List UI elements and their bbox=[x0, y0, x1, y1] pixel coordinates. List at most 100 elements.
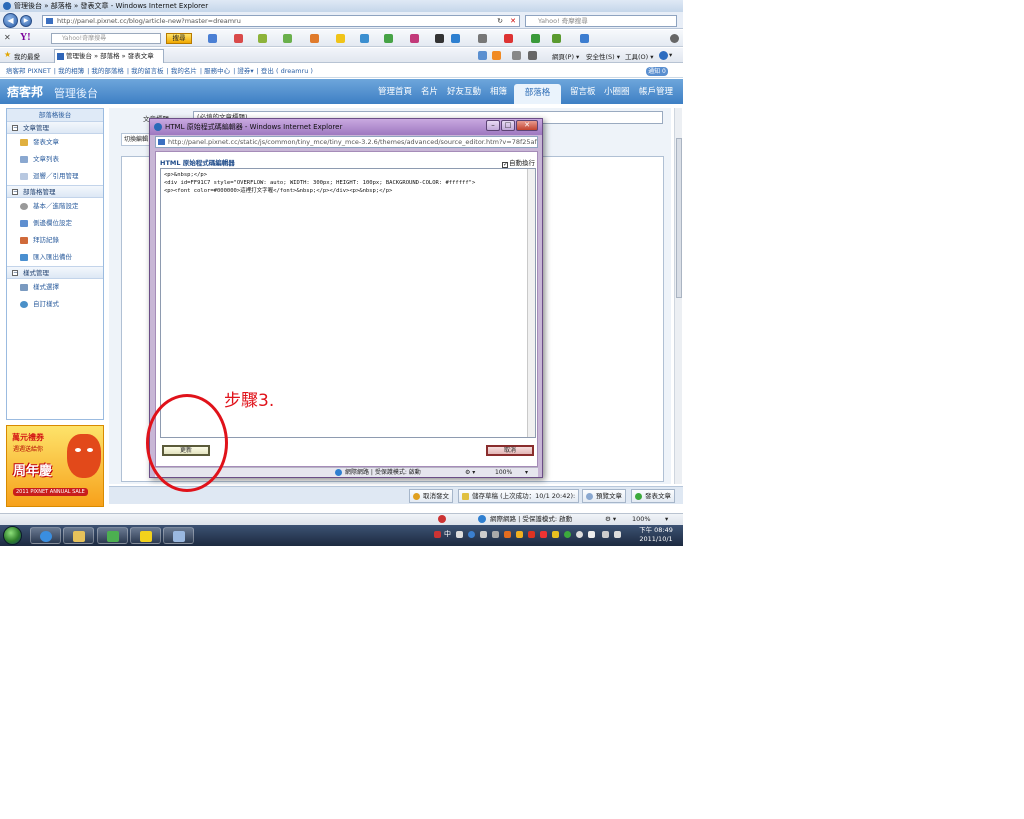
ie-zoom-level[interactable]: 100% bbox=[632, 514, 651, 525]
tray-icon[interactable] bbox=[492, 531, 499, 538]
tray-icon[interactable] bbox=[516, 531, 523, 538]
calendar-icon[interactable] bbox=[234, 34, 243, 43]
page-menu[interactable]: 網頁(P) ▾ bbox=[552, 51, 579, 61]
tray-icon[interactable] bbox=[528, 531, 535, 538]
close-button[interactable]: ✕ bbox=[516, 120, 538, 131]
site-link-album[interactable]: 我的相簿 bbox=[58, 67, 84, 75]
read-mail-icon[interactable] bbox=[512, 51, 521, 60]
help-icon[interactable] bbox=[468, 531, 475, 538]
switch-editor-tab[interactable]: 切換編輯 bbox=[121, 133, 151, 146]
shopping-icon[interactable] bbox=[310, 34, 319, 43]
tray-icon[interactable] bbox=[540, 531, 547, 538]
taskbar-app[interactable] bbox=[130, 527, 161, 544]
page-scrollbar[interactable] bbox=[674, 108, 682, 484]
notice-badge[interactable]: 通知 0 bbox=[646, 67, 668, 76]
promo-banner[interactable]: 萬元禮券 週週送給你 周年慶 2011 PIXNET ANNUAL SALE bbox=[6, 425, 104, 507]
feeds-icon[interactable] bbox=[492, 51, 501, 60]
pixnet-logo[interactable]: 痞客邦 bbox=[7, 83, 43, 100]
tray-icon[interactable] bbox=[564, 531, 571, 538]
sidebar-item-backup[interactable]: 匯入匯出備份 bbox=[7, 249, 103, 266]
minimize-button[interactable]: – bbox=[486, 120, 500, 131]
nav-account[interactable]: 帳戶管理 bbox=[639, 85, 673, 97]
zoom-dropdown-icon[interactable]: ▾ bbox=[665, 514, 668, 525]
html-source-textarea[interactable]: <p>&nbsp;</p> <div id=FF91C7 style="OVERF… bbox=[160, 168, 536, 438]
sidebar-item-comments[interactable]: 迴響／引用管理 bbox=[7, 168, 103, 185]
new-mail-badge-icon[interactable] bbox=[504, 34, 513, 43]
home-icon[interactable] bbox=[478, 51, 487, 60]
finance-icon[interactable] bbox=[384, 34, 393, 43]
weather-icon[interactable] bbox=[451, 34, 460, 43]
cancel-button[interactable]: 取消 bbox=[486, 445, 534, 456]
sidebar-item-visits[interactable]: 拜訪紀錄 bbox=[7, 232, 103, 249]
refresh-icon[interactable]: ↻ bbox=[495, 15, 505, 27]
publish-button[interactable]: 發表文章 bbox=[631, 489, 675, 503]
answers-icon[interactable] bbox=[360, 34, 369, 43]
preview-button[interactable]: 預覽文章 bbox=[582, 489, 626, 503]
toolbar-search-input[interactable]: Yahoo!奇摩搜尋 bbox=[51, 33, 161, 44]
auction-icon[interactable] bbox=[336, 34, 345, 43]
save-draft-button[interactable]: 儲存草稿 (上次成功：10/1 20:42): bbox=[458, 489, 580, 503]
ie-logo-icon[interactable] bbox=[580, 34, 589, 43]
zoom-dropdown-icon[interactable]: ▾ bbox=[525, 468, 528, 477]
news-icon[interactable] bbox=[258, 34, 267, 43]
help-menu[interactable]: ▾ bbox=[669, 51, 672, 59]
tray-icon[interactable] bbox=[576, 531, 583, 538]
site-link-pixnet[interactable]: 痞客邦 PIXNET bbox=[6, 67, 51, 75]
site-link-blog[interactable]: 我的部落格 bbox=[91, 67, 124, 75]
games-icon[interactable] bbox=[283, 34, 292, 43]
tools-menu[interactable]: 工具(O) ▾ bbox=[625, 51, 654, 61]
toolbar-search-button[interactable]: 搜尋 bbox=[166, 33, 192, 44]
ie-search-field[interactable]: Yahoo! 奇摩搜尋 bbox=[525, 15, 677, 27]
collapse-icon[interactable]: − bbox=[12, 189, 18, 195]
settings-gear-icon[interactable] bbox=[670, 34, 679, 43]
sidebar-section-articles[interactable]: − 文章管理 bbox=[7, 121, 103, 134]
sidebar-item-article-list[interactable]: 文章列表 bbox=[7, 151, 103, 168]
sidebar-item-style-select[interactable]: 樣式選擇 bbox=[7, 279, 103, 296]
sidebar-item-custom-style[interactable]: 自訂樣式 bbox=[7, 296, 103, 313]
nav-home[interactable]: 管理首頁 bbox=[378, 85, 412, 97]
taskbar-paint[interactable] bbox=[163, 527, 194, 544]
ie-zoom-icon[interactable]: ⚙ ▾ bbox=[605, 514, 616, 525]
flag-icon[interactable] bbox=[588, 531, 595, 538]
collapse-icon[interactable]: − bbox=[12, 270, 18, 276]
wrap-checkbox[interactable]: ✓自動換行 bbox=[502, 157, 535, 168]
tray-icon[interactable] bbox=[552, 531, 559, 538]
nav-blog[interactable]: 部落格 bbox=[514, 84, 561, 104]
site-link-service[interactable]: 服務中心 bbox=[204, 67, 230, 75]
help-icon[interactable] bbox=[659, 51, 668, 60]
taskbar-ie[interactable] bbox=[30, 527, 61, 544]
taskbar-clock[interactable]: 下午 08:49 2011/10/1 bbox=[632, 526, 680, 544]
site-link-card[interactable]: 我的名片 bbox=[171, 67, 197, 75]
popup-address-field[interactable]: http://panel.pixnet.cc/static/js/common/… bbox=[155, 136, 538, 148]
photo-icon[interactable] bbox=[410, 34, 419, 43]
toolbar-more-icon[interactable] bbox=[478, 34, 487, 43]
site-link-guestbook[interactable]: 我的留言板 bbox=[131, 67, 164, 75]
textarea-scrollbar[interactable] bbox=[527, 169, 535, 437]
ime-language[interactable]: 中 bbox=[444, 529, 451, 539]
cancel-post-button[interactable]: 取消發文 bbox=[409, 489, 453, 503]
sidebar-item-new-article[interactable]: 發表文章 bbox=[7, 134, 103, 151]
network-icon[interactable] bbox=[602, 531, 609, 538]
print-icon[interactable] bbox=[528, 51, 537, 60]
popup-title-bar[interactable]: HTML 原始程式碼編輯器 - Windows Internet Explore… bbox=[150, 119, 542, 135]
popup-zoom-level[interactable]: 100% bbox=[495, 468, 512, 477]
tray-icon[interactable] bbox=[504, 531, 511, 538]
nav-guestbook[interactable]: 留言板 bbox=[570, 85, 596, 97]
nav-album[interactable]: 相簿 bbox=[490, 85, 507, 97]
tray-icon[interactable] bbox=[434, 531, 441, 538]
nav-card[interactable]: 名片 bbox=[421, 85, 438, 97]
favorites-label[interactable]: 我的最愛 bbox=[14, 51, 40, 61]
collapse-icon[interactable]: − bbox=[12, 125, 18, 131]
site-link-stock[interactable]: 證券▾ bbox=[237, 67, 253, 75]
volume-icon[interactable] bbox=[614, 531, 621, 538]
toolbar-close-icon[interactable]: ✕ bbox=[4, 33, 11, 42]
back-button[interactable]: ◀ bbox=[3, 13, 18, 28]
browser-tab[interactable]: 管理後台 » 部落格 » 發表文章 bbox=[54, 49, 164, 63]
scroll-thumb[interactable] bbox=[676, 138, 682, 298]
messenger-icon[interactable] bbox=[531, 34, 540, 43]
sidebar-section-style[interactable]: − 樣式管理 bbox=[7, 266, 103, 279]
tray-icon[interactable] bbox=[480, 531, 487, 538]
fav-icon[interactable] bbox=[552, 34, 561, 43]
stop-icon[interactable]: ✕ bbox=[508, 15, 518, 27]
start-button[interactable] bbox=[3, 526, 22, 545]
